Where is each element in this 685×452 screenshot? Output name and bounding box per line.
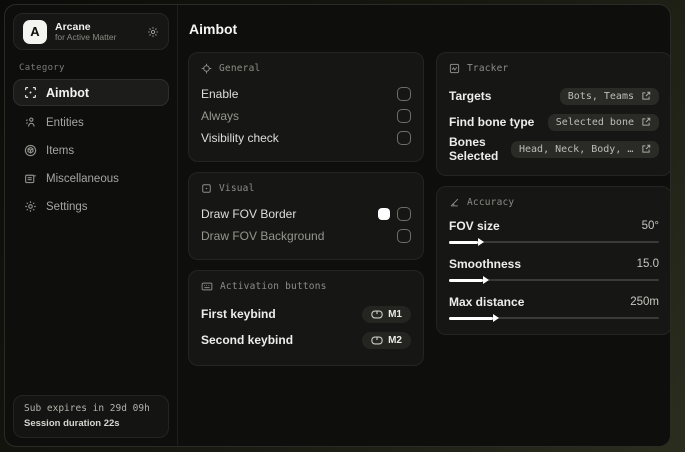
cube-icon: [24, 144, 37, 157]
targets-dropdown[interactable]: Bots, Teams: [559, 87, 659, 105]
sidebar-item-label: Aimbot: [46, 85, 90, 100]
setting-row: Visibility check: [201, 127, 411, 149]
max-distance-slider[interactable]: [449, 314, 659, 322]
smoothness-slider[interactable]: [449, 276, 659, 284]
frame-icon: [202, 184, 211, 193]
tracker-card: Tracker Targets Bots, Teams Find bone ty…: [436, 52, 670, 176]
enable-checkbox[interactable]: [397, 87, 411, 101]
accuracy-card: Accuracy FOV size 50° Smoothness 15.0 Ma…: [436, 186, 670, 335]
color-swatch[interactable]: [378, 208, 390, 220]
setting-label: Second keybind: [201, 333, 294, 347]
dropdown-value: Selected bone: [555, 116, 634, 128]
setting-row: Bones Selected Head, Neck, Body, Pe..: [449, 135, 659, 163]
category-label: Category: [19, 63, 65, 73]
expand-icon: [642, 91, 651, 100]
sub-expires-text: Sub expires in 29d 09h: [24, 403, 150, 414]
first-keybind-button[interactable]: M1: [362, 305, 411, 323]
mouse-icon: [371, 310, 383, 318]
section-title: Tracker: [467, 63, 509, 74]
sidebar-item-miscellaneous[interactable]: Miscellaneous: [13, 165, 169, 192]
fov-border-checkbox[interactable]: [397, 207, 411, 221]
gear-icon: [24, 200, 37, 213]
activity-icon: [449, 63, 460, 74]
entities-icon: [24, 116, 37, 129]
setting-label: Bones Selected: [449, 135, 499, 163]
fov-size-slider[interactable]: [449, 238, 659, 246]
setting-label: FOV size: [449, 219, 500, 233]
setting-label: Visibility check: [201, 131, 279, 145]
crosshair-icon: [201, 63, 212, 74]
setting-row: Find bone type Selected bone: [449, 109, 659, 135]
section-title: Visual: [219, 183, 255, 194]
setting-row: Draw FOV Border: [201, 203, 411, 225]
setting-label: Find bone type: [449, 115, 535, 129]
section-title: Accuracy: [467, 197, 515, 208]
slider-block: Smoothness 15.0: [449, 255, 659, 284]
sidebar-item-items[interactable]: Items: [13, 137, 169, 164]
setting-row: Targets Bots, Teams: [449, 83, 659, 109]
slider-value: 250m: [630, 296, 659, 308]
setting-label: Draw FOV Background: [201, 229, 325, 243]
second-keybind-button[interactable]: M2: [362, 331, 411, 349]
slider-block: FOV size 50°: [449, 217, 659, 246]
dropdown-value: Bots, Teams: [567, 90, 634, 102]
keyboard-icon: [24, 172, 37, 185]
keybind-value: M2: [388, 334, 402, 346]
general-card: General Enable Always Visibility check: [188, 52, 424, 162]
page-title: Aimbot: [189, 21, 238, 37]
setting-label: First keybind: [201, 307, 276, 321]
expand-icon: [642, 117, 651, 126]
sidebar-item-aimbot[interactable]: Aimbot: [13, 79, 169, 106]
app-window: A Arcane for Active Matter Category Aimb: [4, 4, 671, 447]
setting-row: Always: [201, 105, 411, 127]
angle-icon: [450, 198, 459, 207]
setting-label: Targets: [449, 89, 492, 103]
fov-background-checkbox[interactable]: [397, 229, 411, 243]
setting-label: Draw FOV Border: [201, 207, 297, 221]
setting-row: Draw FOV Background: [201, 225, 411, 247]
bones-selected-dropdown[interactable]: Head, Neck, Body, Pe..: [511, 140, 659, 158]
app-logo: A: [23, 19, 47, 44]
setting-row: Enable: [201, 83, 411, 105]
slider-thumb[interactable]: [478, 238, 485, 246]
mouse-icon: [371, 336, 383, 344]
session-duration-text: Session duration 22s: [24, 418, 120, 429]
sidebar-item-label: Miscellaneous: [46, 172, 119, 185]
sidebar-item-label: Entities: [46, 116, 84, 129]
section-title: Activation buttons: [220, 281, 327, 292]
sidebar-item-settings[interactable]: Settings: [13, 193, 169, 220]
app-name: Arcane: [55, 20, 91, 33]
sidebar-item-label: Settings: [46, 200, 88, 213]
keyboard-icon: [201, 282, 213, 291]
slider-block: Max distance 250m: [449, 293, 659, 322]
slider-thumb[interactable]: [482, 276, 489, 284]
setting-label: Max distance: [449, 295, 525, 309]
activation-card: Activation buttons First keybind M1 Seco…: [188, 270, 424, 366]
visual-card: Visual Draw FOV Border Draw FOV Backgrou…: [188, 172, 424, 260]
setting-row: Second keybind M2: [201, 327, 411, 353]
setting-label: Always: [201, 109, 240, 123]
always-checkbox[interactable]: [397, 109, 411, 123]
slider-thumb[interactable]: [493, 314, 500, 322]
subscription-card: Sub expires in 29d 09h Session duration …: [13, 395, 169, 438]
section-title: General: [219, 63, 261, 74]
keybind-value: M1: [388, 308, 402, 320]
sidebar-item-entities[interactable]: Entities: [13, 109, 169, 136]
app-subtitle: for Active Matter: [55, 31, 117, 42]
setting-label: Smoothness: [449, 257, 522, 271]
setting-label: Enable: [201, 87, 239, 101]
expand-icon: [642, 144, 651, 153]
slider-value: 15.0: [636, 258, 659, 270]
sidebar-item-label: Items: [46, 144, 75, 157]
find-bone-type-dropdown[interactable]: Selected bone: [547, 113, 659, 131]
main-panel: Aimbot General Enable Always Visibility …: [178, 5, 670, 446]
dropdown-value: Head, Neck, Body, Pe..: [519, 143, 634, 155]
brand-card: A Arcane for Active Matter: [13, 13, 169, 50]
slider-value: 50°: [641, 220, 659, 232]
visibility-check-checkbox[interactable]: [397, 131, 411, 145]
sidebar: A Arcane for Active Matter Category Aimb: [5, 5, 178, 446]
gear-icon[interactable]: [147, 26, 159, 38]
setting-row: First keybind M1: [201, 301, 411, 327]
crosshair-icon: [24, 86, 37, 99]
